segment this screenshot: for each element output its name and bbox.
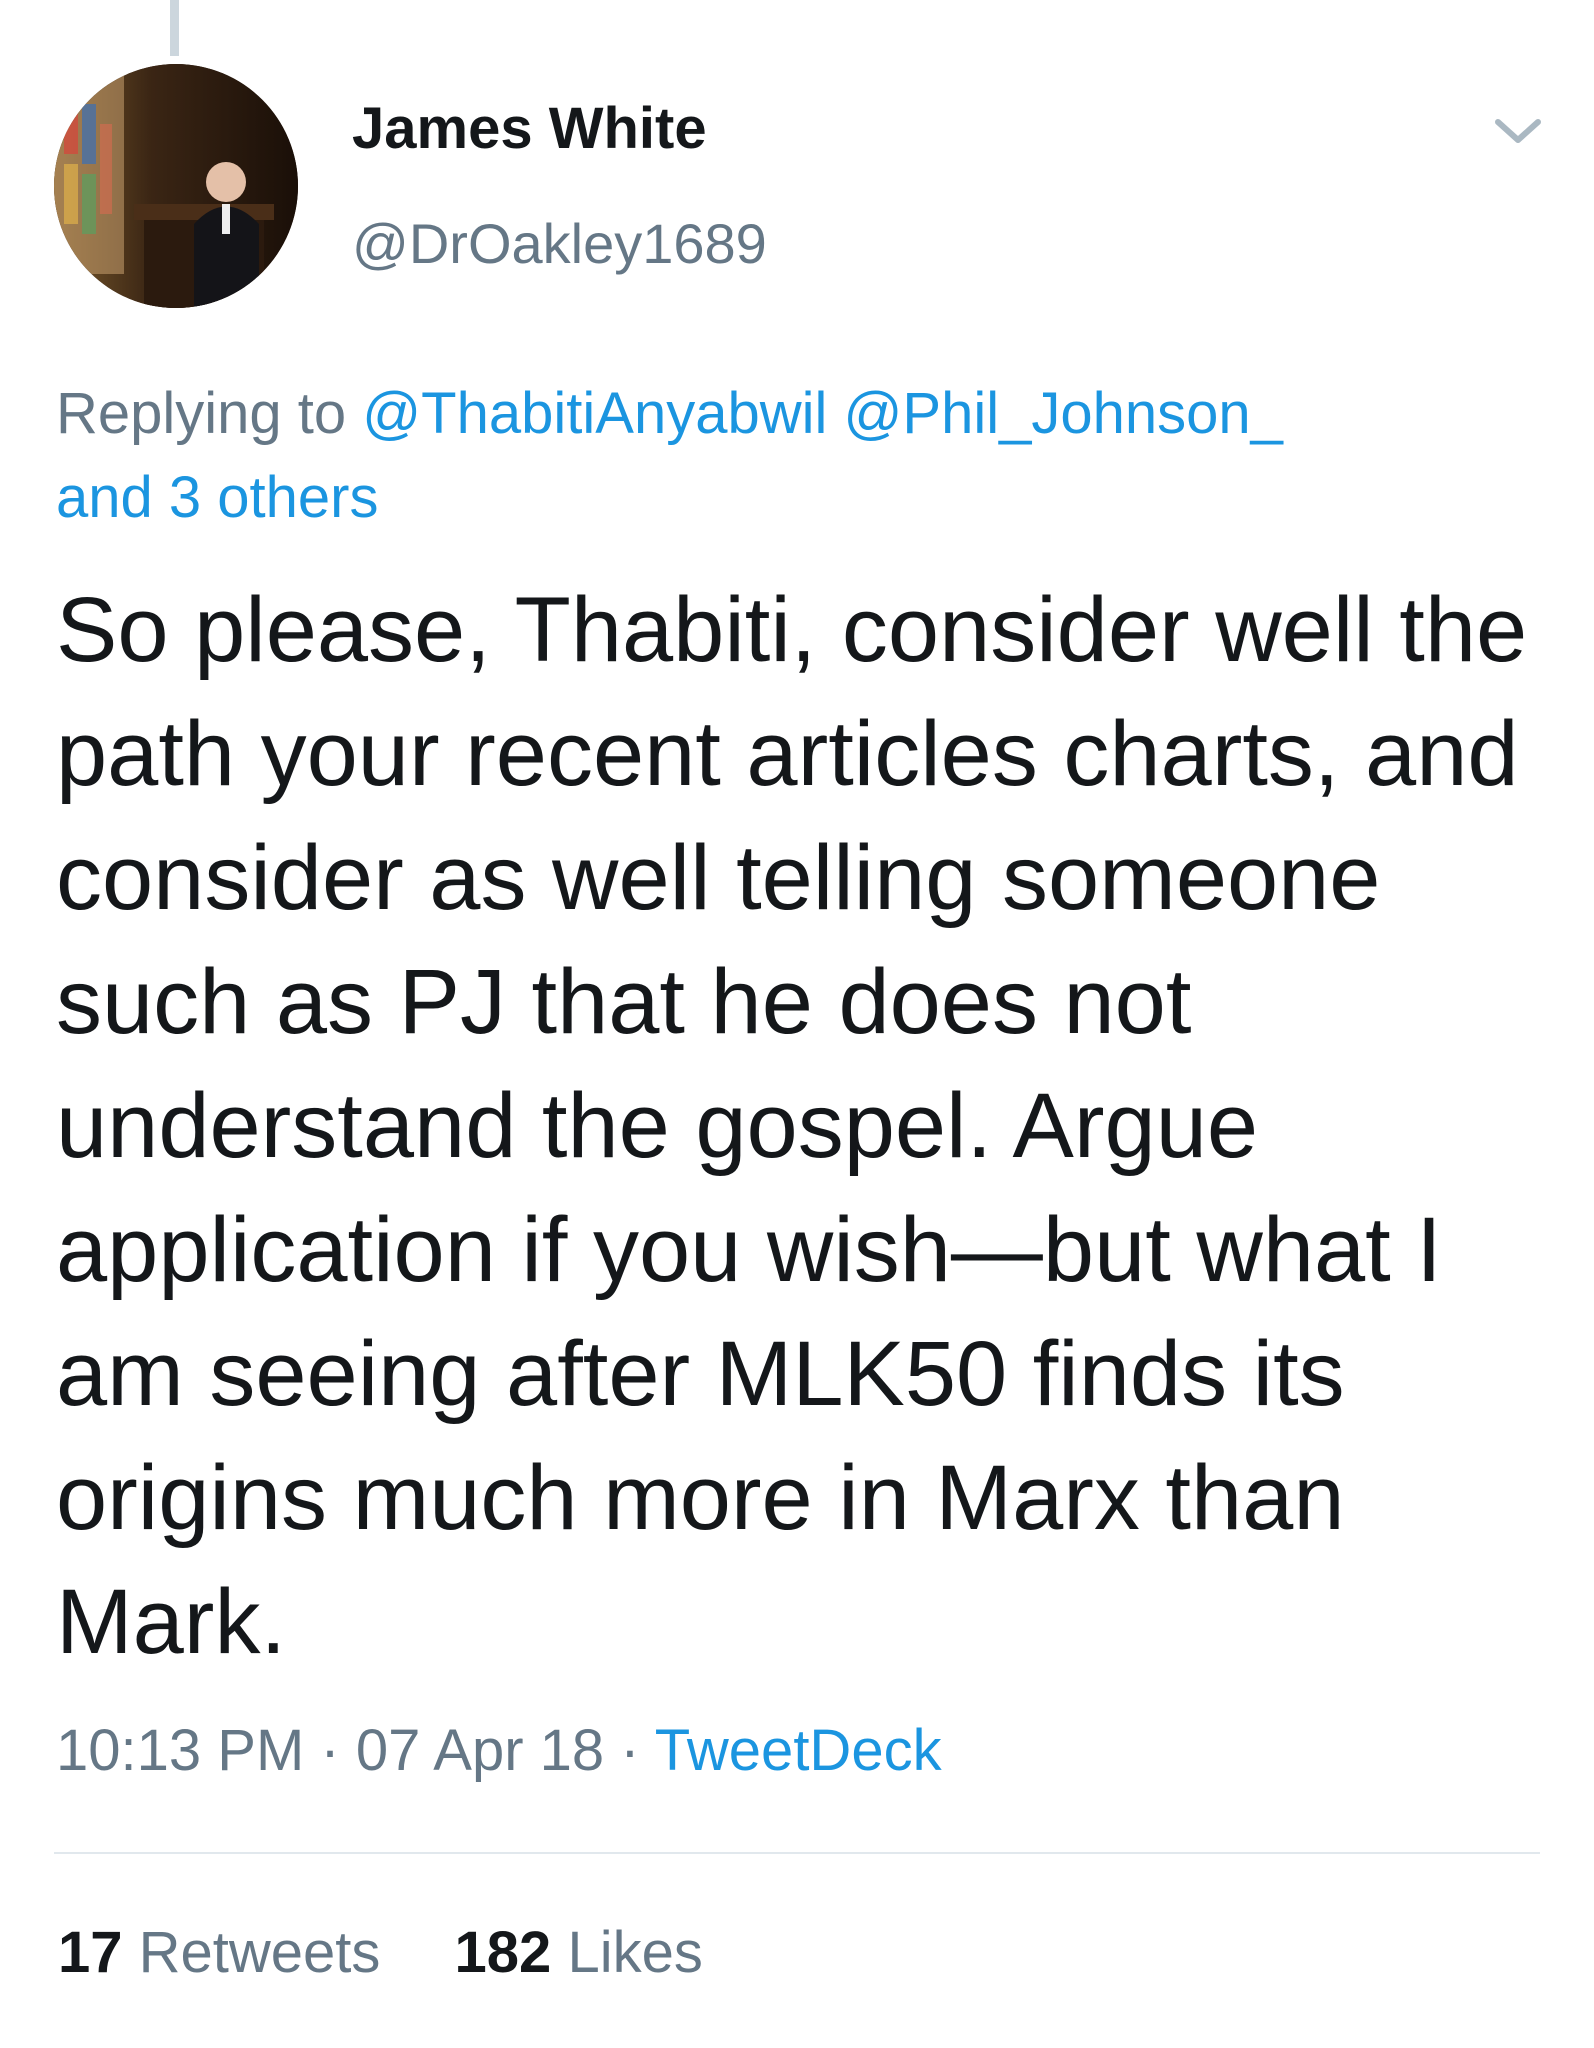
tweet-date: 07 Apr 18 (355, 1718, 605, 1783)
likes-stat[interactable]: 182 Likes (455, 1920, 703, 1985)
retweets-count: 17 (58, 1920, 123, 1985)
replying-prefix: Replying to (56, 381, 347, 446)
avatar[interactable] (54, 64, 298, 308)
mention-others[interactable]: and 3 others (56, 465, 378, 530)
retweets-stat[interactable]: 17 Retweets (58, 1920, 397, 1985)
thread-connector-line (170, 0, 179, 56)
likes-label: Likes (567, 1920, 703, 1985)
likes-count: 182 (454, 1920, 552, 1985)
avatar-photo-icon (54, 64, 298, 308)
replying-to: Replying to @ThabitiAnyabwil @Phil_Johns… (56, 372, 1536, 540)
tweet-text: So please, Thabiti, consider well the pa… (56, 579, 1528, 1673)
chevron-down-icon[interactable] (1488, 112, 1548, 152)
author-name[interactable]: James White (352, 100, 707, 158)
meta-separator: · (620, 1718, 640, 1783)
retweets-label: Retweets (138, 1920, 381, 1985)
tweet-stats: 17 Retweets 182 Likes (58, 1924, 703, 1982)
mention-phil-johnson[interactable]: @Phil_Johnson_ (844, 381, 1283, 446)
divider (54, 1852, 1540, 1854)
tweet-source-link[interactable]: TweetDeck (655, 1718, 942, 1783)
mention-thabitianyabwil[interactable]: @ThabitiAnyabwil (362, 381, 827, 446)
author-handle[interactable]: @DrOakley1689 (352, 216, 767, 272)
tweet-time: 10:13 PM (56, 1718, 305, 1783)
tweet-meta: 10:13 PM · 07 Apr 18 · TweetDeck (56, 1722, 942, 1780)
meta-separator: · (320, 1718, 340, 1783)
